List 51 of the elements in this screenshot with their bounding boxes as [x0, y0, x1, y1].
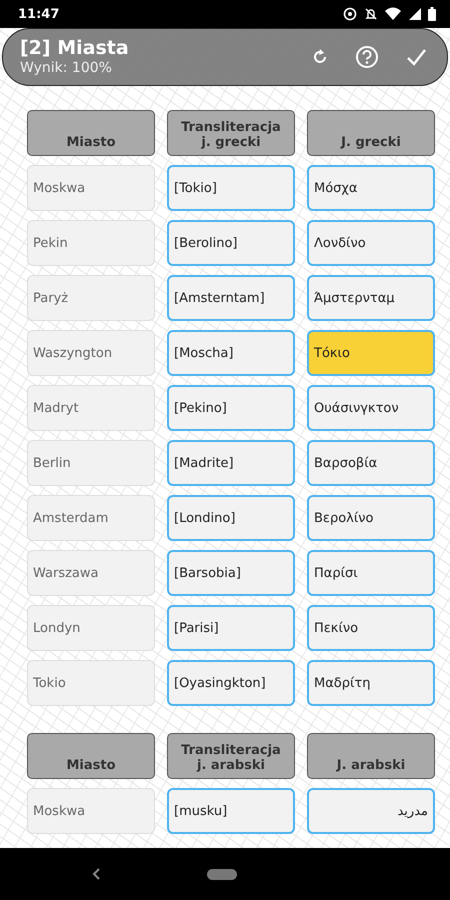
transliteration-cell[interactable]: [Tokio] — [167, 165, 295, 211]
column-header: Miasto — [27, 110, 155, 156]
column-header: Transliteracja j. arabski — [167, 733, 295, 779]
answer-cell[interactable]: Ουάσινγκτον — [307, 385, 435, 431]
transliteration-cell[interactable]: [Parisi] — [167, 605, 295, 651]
answer-cell[interactable]: Τόκιο — [307, 330, 435, 376]
transliteration-cell[interactable]: [Oyasingkton] — [167, 660, 295, 706]
answer-cell[interactable]: Βαρσοβία — [307, 440, 435, 486]
signal-icon — [408, 7, 421, 21]
city-cell: Warszawa — [27, 550, 155, 596]
answer-cell[interactable]: Παρίσι — [307, 550, 435, 596]
column-header: J. grecki — [307, 110, 435, 156]
transliteration-cell[interactable]: [Barsobia] — [167, 550, 295, 596]
transliteration-cell[interactable]: [Amsterntam] — [167, 275, 295, 321]
home-handle[interactable] — [207, 868, 237, 880]
city-cell: Madryt — [27, 385, 155, 431]
battery-icon — [428, 7, 436, 21]
answer-cell[interactable]: مدريد — [307, 788, 435, 834]
transliteration-cell[interactable]: [Pekino] — [167, 385, 295, 431]
reload-icon[interactable] — [311, 48, 329, 66]
city-cell: Waszyngton — [27, 330, 155, 376]
muted-bell-icon — [364, 7, 378, 21]
back-icon[interactable] — [92, 867, 102, 881]
city-cell: Londyn — [27, 605, 155, 651]
city-cell: Pekin — [27, 220, 155, 266]
transliteration-cell[interactable]: [musku] — [167, 788, 295, 834]
answer-cell[interactable]: Άμστερνταμ — [307, 275, 435, 321]
answer-cell[interactable]: Πεκίνο — [307, 605, 435, 651]
transliteration-cell[interactable]: [Londino] — [167, 495, 295, 541]
answer-cell[interactable]: Μόσχα — [307, 165, 435, 211]
wifi-icon — [385, 7, 401, 21]
transliteration-cell[interactable]: [Moscha] — [167, 330, 295, 376]
answer-cell[interactable]: Μαδρίτη — [307, 660, 435, 706]
transliteration-cell[interactable]: [Berolino] — [167, 220, 295, 266]
city-cell: Berlin — [27, 440, 155, 486]
column-header: Miasto — [27, 733, 155, 779]
answer-cell[interactable]: Βερολίνο — [307, 495, 435, 541]
column-header: Transliteracja j. grecki — [167, 110, 295, 156]
help-icon[interactable] — [355, 45, 379, 69]
column-header: J. arabski — [307, 733, 435, 779]
location-icon — [343, 7, 357, 21]
score-text: Wynik: 100% — [20, 59, 113, 77]
answer-cell[interactable]: Λονδίνο — [307, 220, 435, 266]
city-cell: Moskwa — [27, 788, 155, 834]
screen-title: [2] Miasta — [20, 37, 130, 59]
transliteration-cell[interactable]: [Madrite] — [167, 440, 295, 486]
city-cell: Moskwa — [27, 165, 155, 211]
city-cell: Amsterdam — [27, 495, 155, 541]
city-cell: Paryż — [27, 275, 155, 321]
city-cell: Tokio — [27, 660, 155, 706]
clock: 11:47 — [18, 6, 60, 22]
